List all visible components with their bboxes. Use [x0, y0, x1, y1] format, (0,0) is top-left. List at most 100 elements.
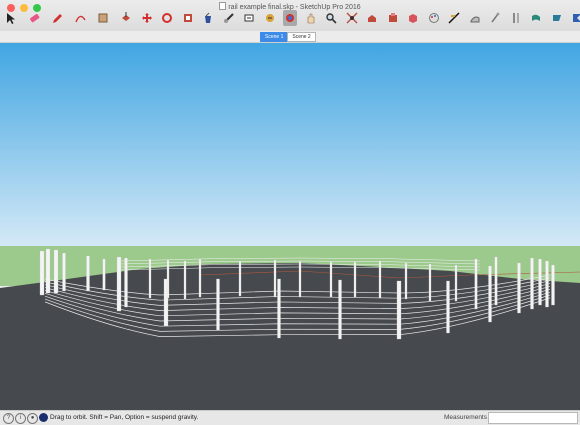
- position-camera-tool[interactable]: [550, 10, 564, 26]
- main-toolbar: [4, 10, 580, 28]
- rail-post: [62, 252, 66, 292]
- eraser-icon: [29, 13, 40, 23]
- scene-canvas[interactable]: [0, 43, 580, 410]
- rail-post: [124, 257, 128, 308]
- orbit-icon: [286, 14, 294, 22]
- rail-post: [166, 259, 170, 299]
- pushpull-icon: [122, 12, 130, 21]
- offset-tool[interactable]: [181, 10, 195, 26]
- rail-post: [378, 260, 382, 299]
- title-bar: rail example final.skp - SketchUp Pro 20…: [0, 0, 580, 32]
- component-tool[interactable]: [406, 10, 420, 26]
- section-icon: [448, 12, 460, 24]
- rail-post: [277, 278, 281, 339]
- rail-post: [488, 265, 492, 323]
- arc-icon: [75, 15, 86, 23]
- hand-icon: [307, 13, 314, 24]
- rotate-tool[interactable]: [160, 10, 174, 26]
- rail-post: [216, 278, 220, 331]
- rail-post: [446, 280, 450, 334]
- rotate-icon: [162, 13, 172, 23]
- line-tool[interactable]: [50, 10, 64, 26]
- zoom-tool[interactable]: [324, 10, 338, 26]
- rail-post: [102, 258, 106, 291]
- tab-scene-1[interactable]: Scene 1: [260, 32, 289, 42]
- pan-tool[interactable]: [304, 10, 318, 26]
- document-icon: [219, 2, 227, 10]
- warehouse-icon: [368, 15, 376, 22]
- dimension-tool[interactable]: [488, 10, 502, 26]
- component-icon: [409, 14, 417, 23]
- arrow-icon: [7, 13, 15, 24]
- move-tool[interactable]: [140, 10, 154, 26]
- styles-tool[interactable]: [427, 10, 441, 26]
- paint-bucket-tool[interactable]: [201, 10, 215, 26]
- rail-post: [545, 260, 549, 308]
- select-tool[interactable]: [4, 10, 18, 26]
- measurements-input[interactable]: [488, 412, 578, 424]
- scene-tabs-bar: Scene 1 Scene 2: [0, 31, 580, 43]
- eraser-tool[interactable]: [27, 10, 41, 26]
- bucket-icon: [205, 12, 211, 23]
- rail-post: [404, 262, 408, 300]
- status-bar: ? i ● Drag to orbit. Shift = Pan, Option…: [0, 410, 580, 425]
- rail-post: [396, 280, 402, 340]
- eye-icon: [512, 13, 519, 23]
- rail-post: [517, 262, 521, 314]
- rail-post: [428, 263, 432, 302]
- rail-post: [53, 249, 59, 294]
- walk-icon: [532, 14, 540, 21]
- rail-post: [338, 279, 342, 340]
- rail-post: [198, 258, 202, 298]
- tape-measure-tool[interactable]: [222, 10, 236, 26]
- text-icon: [244, 14, 254, 22]
- sky: [0, 43, 580, 248]
- extension-warehouse-tool[interactable]: [386, 10, 400, 26]
- rail-post: [538, 258, 542, 306]
- arc-tool[interactable]: [73, 10, 87, 26]
- warehouse-tool[interactable]: [365, 10, 379, 26]
- zoom-extents-tool[interactable]: [345, 10, 359, 26]
- text-tool[interactable]: [242, 10, 256, 26]
- offset-icon: [183, 14, 192, 22]
- pencil-icon: [53, 14, 62, 23]
- rail-post: [273, 259, 277, 298]
- scene-tabs: Scene 1 Scene 2: [260, 32, 316, 42]
- rail-post: [530, 257, 534, 310]
- follow-me-tool[interactable]: [263, 10, 277, 26]
- user-icon[interactable]: ●: [27, 413, 38, 424]
- rail-post: [116, 256, 122, 312]
- rail-post: [238, 260, 242, 297]
- help-icon[interactable]: ?: [3, 413, 14, 424]
- followme-icon: [265, 14, 274, 22]
- tab-scene-2[interactable]: Scene 2: [287, 32, 316, 42]
- model-viewport[interactable]: [0, 43, 580, 410]
- geo-location-icon[interactable]: [39, 413, 48, 422]
- rail-post: [454, 264, 458, 302]
- info-icon[interactable]: i: [15, 413, 26, 424]
- rail-post: [494, 256, 498, 306]
- sandbox-icon: [470, 16, 479, 23]
- push-pull-tool[interactable]: [119, 10, 133, 26]
- rectangle-icon: [98, 13, 108, 23]
- orbit-tool[interactable]: [283, 10, 297, 26]
- measurements-label: Measurements: [444, 414, 487, 421]
- rail-post: [474, 258, 478, 310]
- sandbox-tool[interactable]: [468, 10, 482, 26]
- walk-tool[interactable]: [529, 10, 543, 26]
- rail-post: [329, 261, 333, 298]
- rectangle-tool[interactable]: [96, 10, 110, 26]
- zoomextents-icon: [346, 12, 357, 24]
- magnifier-icon: [326, 13, 337, 24]
- styles-icon: [428, 13, 439, 23]
- section-tool[interactable]: [447, 10, 461, 26]
- rail-post: [551, 264, 555, 306]
- rail-post: [148, 258, 152, 299]
- rail-post: [39, 250, 45, 296]
- look-around-tool[interactable]: [509, 10, 523, 26]
- tape-icon: [223, 13, 234, 23]
- layout-icon: [573, 14, 580, 22]
- move-icon: [141, 13, 152, 23]
- rail-post: [183, 260, 187, 300]
- layout-tool[interactable]: [570, 10, 580, 26]
